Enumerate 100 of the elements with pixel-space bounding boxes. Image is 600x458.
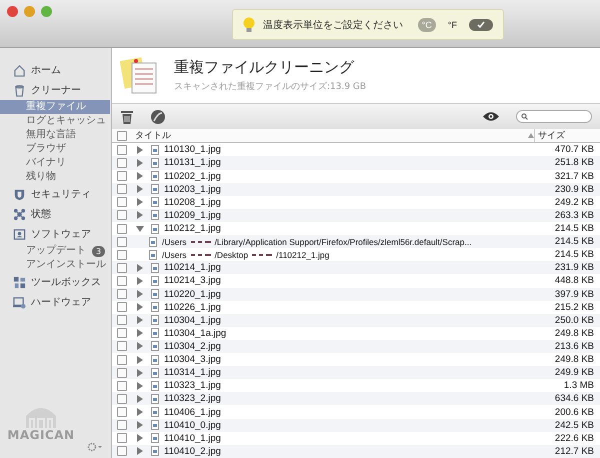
sidebar-subitem[interactable]: ログとキャッシュ [0, 114, 110, 128]
disclosure-triangle-icon[interactable] [135, 447, 145, 456]
disclosure-triangle-icon[interactable] [135, 276, 145, 285]
disclosure-triangle-icon[interactable] [135, 408, 145, 416]
sidebar-subitem[interactable]: アップデート 3 [0, 244, 110, 258]
image-file-icon [151, 276, 159, 286]
file-row[interactable]: 110304_1a.jpg 249.8 KB [112, 326, 600, 340]
leaf-icon[interactable] [150, 108, 166, 125]
file-row[interactable]: 110323_2.jpg 634.6 KB [112, 392, 600, 406]
checkbox[interactable] [117, 144, 127, 155]
select-all-checkbox[interactable] [117, 130, 127, 141]
disclosure-triangle-icon[interactable] [135, 224, 145, 232]
checkbox[interactable] [117, 171, 127, 182]
trash-icon[interactable] [120, 108, 134, 125]
disclosure-triangle-icon[interactable] [135, 394, 145, 403]
disclosure-triangle-icon[interactable] [135, 172, 145, 180]
disclosure-triangle-icon[interactable] [135, 198, 145, 206]
disclosure-triangle-icon[interactable] [135, 329, 145, 338]
sidebar-item[interactable]: ツールボックス [0, 272, 111, 292]
disclosure-triangle-icon[interactable] [135, 434, 145, 442]
file-row[interactable]: 110214_3.jpg 448.8 KB [112, 274, 600, 288]
sidebar-subitem[interactable]: ブラウザ [0, 142, 110, 156]
file-row[interactable]: 110406_1.jpg 200.6 KB [112, 405, 600, 419]
checkbox[interactable] [117, 224, 127, 234]
file-row[interactable]: 110212_1.jpg 214.5 KB [112, 222, 600, 236]
file-row[interactable]: 110214_1.jpg 231.9 KB [112, 261, 600, 274]
column-header[interactable]: タイトル [135, 129, 528, 142]
zoom-button[interactable] [41, 6, 52, 17]
file-row[interactable]: 110208_1.jpg 249.2 KB [112, 196, 600, 209]
disclosure-triangle-icon[interactable] [135, 356, 145, 364]
sidebar-item[interactable]: クリーナー [0, 80, 111, 100]
file-row[interactable]: 110131_1.jpg 251.8 KB [112, 156, 600, 170]
checkbox[interactable] [117, 289, 127, 300]
file-row[interactable]: 110220_1.jpg 397.9 KB [112, 288, 600, 301]
gear-icon[interactable] [87, 442, 103, 452]
checkbox[interactable] [117, 276, 127, 286]
sidebar-subitem[interactable]: バイナリ [0, 156, 110, 170]
file-row[interactable]: 110304_2.jpg 213.6 KB [112, 340, 600, 354]
disclosure-triangle-icon[interactable] [135, 211, 145, 220]
file-name: 110323_2.jpg [164, 393, 222, 404]
disclosure-triangle-icon[interactable] [135, 146, 145, 154]
file-row[interactable]: 110130_1.jpg 470.7 KB [112, 143, 600, 156]
checkbox[interactable] [117, 407, 127, 418]
checkbox[interactable] [117, 446, 127, 456]
search-field[interactable] [516, 110, 592, 124]
disclosure-triangle-icon[interactable] [135, 368, 145, 377]
sidebar-item[interactable]: セキュリティ [0, 184, 111, 204]
checkbox[interactable] [117, 315, 127, 326]
sidebar-item[interactable]: ハードウェア [0, 292, 111, 312]
checkbox[interactable] [117, 236, 127, 247]
checkbox[interactable] [117, 158, 127, 168]
file-row[interactable]: 110226_1.jpg 215.2 KB [112, 300, 600, 314]
checkbox[interactable] [117, 302, 127, 312]
sidebar-item[interactable]: ソフトウェア [0, 224, 111, 244]
duplicate-row[interactable]: /Users /Library/Application Support/Firefox/Profiles/zleml56r.default/Scrap... 214.5 KB [112, 235, 600, 248]
disclosure-triangle-icon[interactable] [135, 316, 145, 324]
disclosure-triangle-icon[interactable] [135, 303, 145, 312]
file-row[interactable]: 110304_1.jpg 250.0 KB [112, 314, 600, 327]
software-icon [13, 228, 26, 240]
column-header[interactable]: サイズ [534, 129, 600, 142]
disclosure-triangle-icon[interactable] [135, 158, 145, 167]
checkbox[interactable] [117, 354, 127, 365]
checkbox[interactable] [117, 197, 127, 208]
checkbox[interactable] [117, 433, 127, 444]
checkbox[interactable] [117, 210, 127, 220]
unit-option[interactable]: °F [444, 18, 461, 32]
checkbox[interactable] [117, 184, 127, 194]
checkbox[interactable] [117, 420, 127, 430]
disclosure-triangle-icon[interactable] [135, 342, 145, 350]
checkbox[interactable] [117, 394, 127, 404]
file-row[interactable]: 110323_1.jpg 1.3 MB [112, 379, 600, 392]
sidebar-subitem[interactable]: アンインストール [0, 258, 110, 272]
file-row[interactable]: 110410_0.jpg 242.5 KB [112, 418, 600, 432]
disclosure-triangle-icon[interactable] [135, 382, 145, 390]
confirm-button[interactable] [469, 18, 493, 30]
minimize-button[interactable] [24, 6, 35, 17]
disclosure-triangle-icon[interactable] [135, 421, 145, 430]
eye-icon[interactable] [482, 111, 500, 122]
file-row[interactable]: 110209_1.jpg 263.3 KB [112, 208, 600, 222]
disclosure-triangle-icon[interactable] [135, 185, 145, 194]
file-row[interactable]: 110304_3.jpg 249.8 KB [112, 353, 600, 366]
file-row[interactable]: 110202_1.jpg 321.7 KB [112, 170, 600, 183]
sidebar-item[interactable]: ホーム [0, 60, 111, 80]
file-row[interactable]: 110410_1.jpg 222.6 KB [112, 432, 600, 445]
file-row[interactable]: 110314_1.jpg 249.9 KB [112, 366, 600, 380]
checkbox[interactable] [117, 262, 127, 273]
checkbox[interactable] [117, 328, 127, 338]
disclosure-triangle-icon[interactable] [135, 290, 145, 298]
file-row[interactable]: 110410_2.jpg 212.7 KB [112, 444, 600, 458]
checkbox[interactable] [117, 341, 127, 352]
sidebar-item[interactable]: 状態 [0, 204, 111, 224]
file-row[interactable]: 110203_1.jpg 230.9 KB [112, 182, 600, 196]
checkbox[interactable] [117, 368, 127, 378]
checkbox[interactable] [117, 250, 127, 260]
duplicate-row[interactable]: /Users /Desktop /110212_1.jpg 214.5 KB [112, 248, 600, 262]
sidebar-subitem[interactable]: 無用な言語 [0, 128, 110, 142]
checkbox[interactable] [117, 380, 127, 391]
disclosure-triangle-icon[interactable] [135, 264, 145, 272]
close-button[interactable] [7, 6, 18, 17]
sidebar-subitem[interactable]: 残り物 [0, 170, 110, 184]
